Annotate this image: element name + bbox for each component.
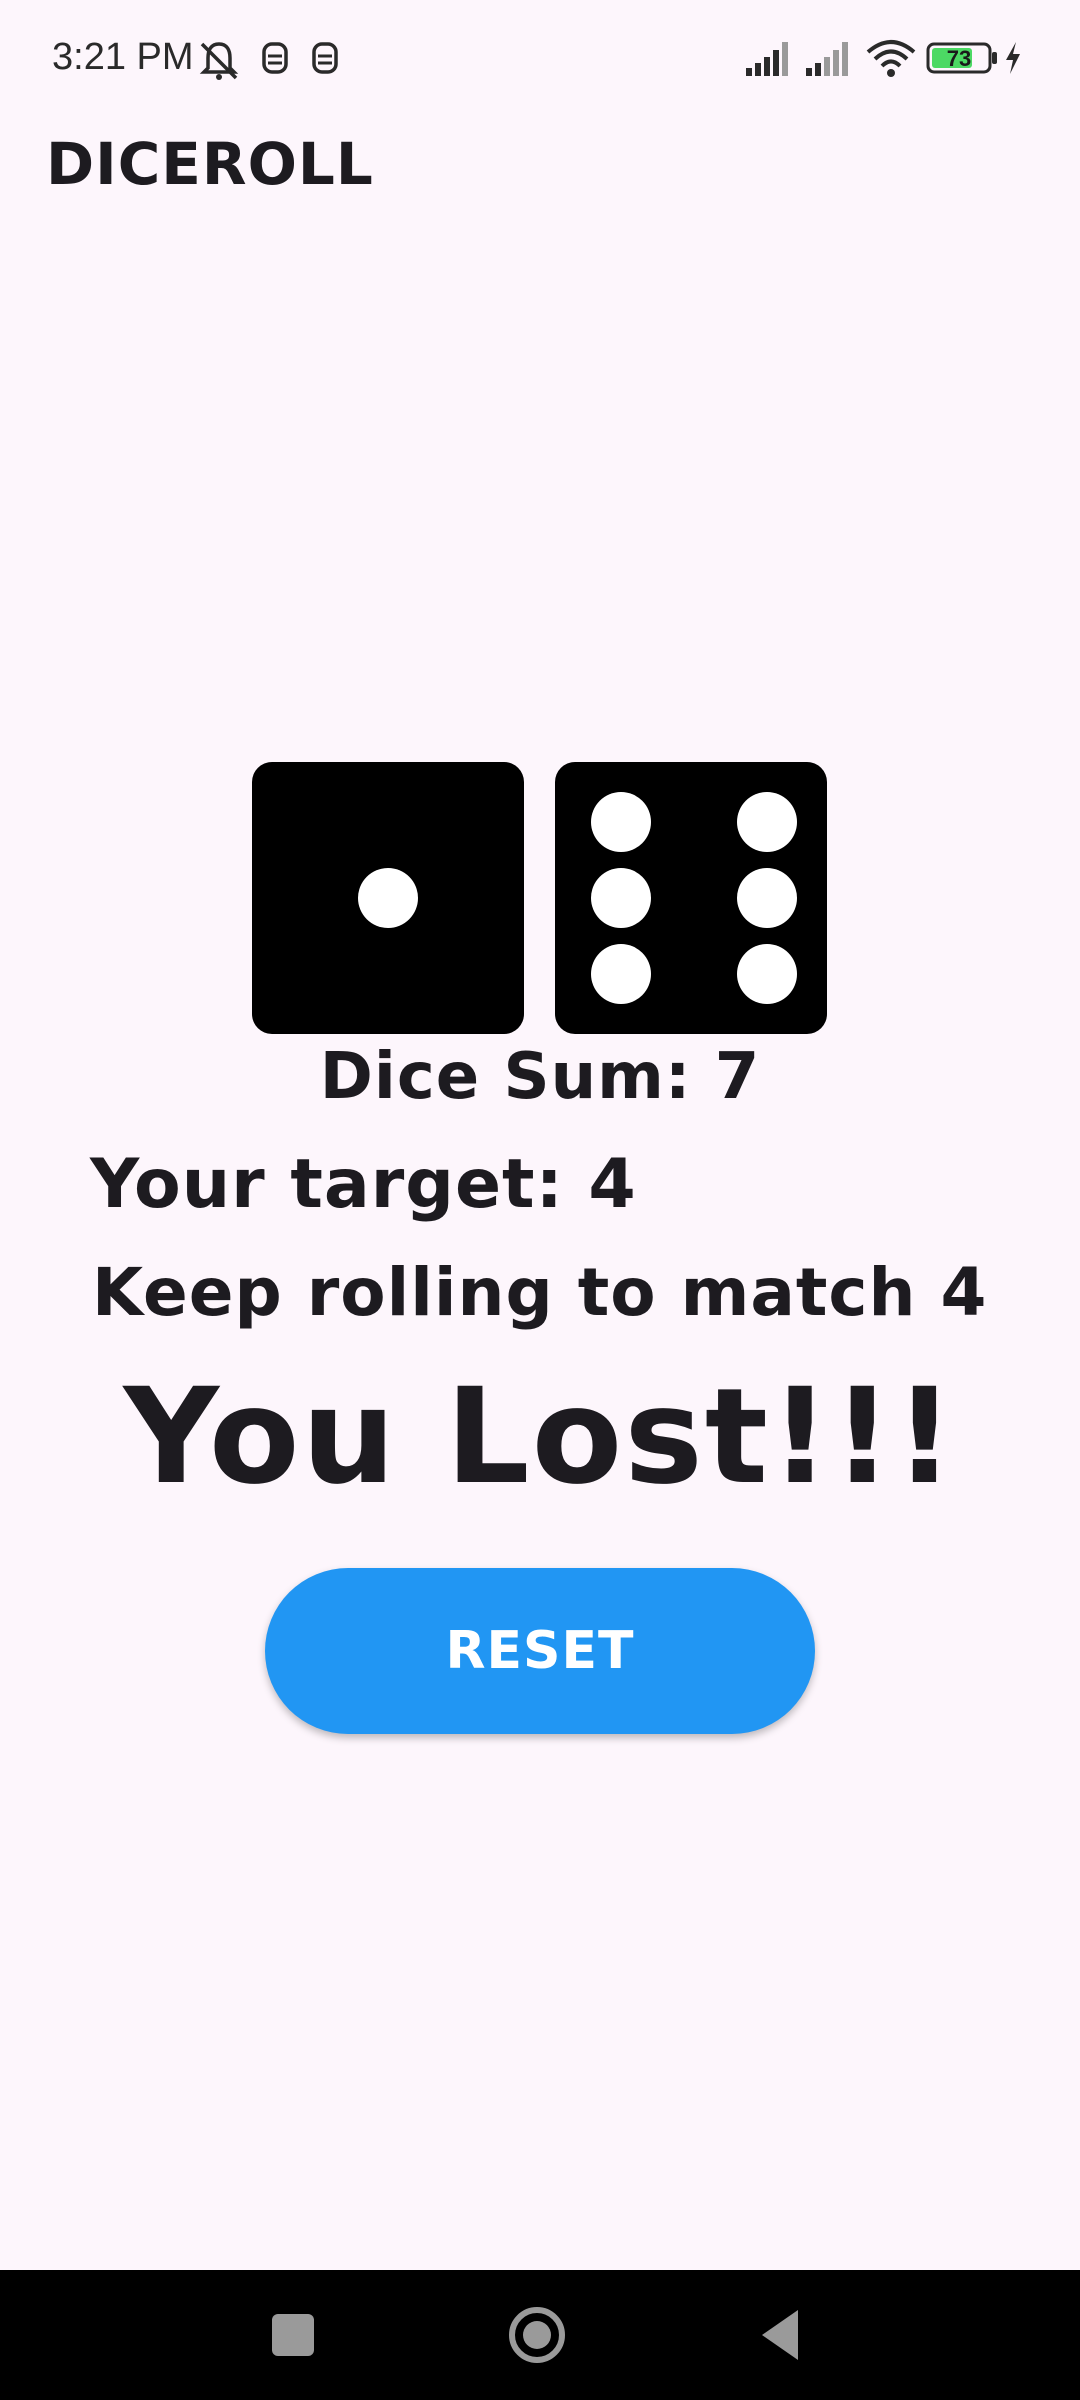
status-time: 3:21 PM: [52, 36, 194, 78]
notification-icon: [260, 38, 290, 82]
die-pip: [358, 868, 418, 928]
mute-icon: [196, 38, 242, 88]
notification-icon: [310, 38, 340, 82]
navigation-bar: [0, 2270, 1080, 2400]
die-pip: [737, 868, 797, 928]
die-left: [252, 762, 524, 1034]
status-bar: 3:21 PM 73: [0, 0, 1080, 120]
target-label: Your target: 4: [90, 1145, 637, 1224]
home-icon[interactable]: [500, 2300, 574, 2374]
app-title: DICEROLL: [46, 130, 374, 198]
die-pip: [737, 792, 797, 852]
die-right: [555, 762, 827, 1034]
back-icon[interactable]: [752, 2300, 814, 2374]
recents-icon[interactable]: [262, 2300, 324, 2374]
reset-button[interactable]: RESET: [265, 1568, 815, 1734]
battery-icon: 73: [926, 38, 1000, 82]
charging-icon: [1002, 38, 1024, 82]
dice-sum-label: Dice Sum: 7: [319, 1040, 761, 1114]
die-pip: [737, 944, 797, 1004]
die-pip: [591, 792, 651, 852]
battery-level: 73: [947, 46, 971, 71]
hint-label: Keep rolling to match 4: [92, 1254, 988, 1331]
die-pip: [591, 868, 651, 928]
signal-icon: [804, 38, 854, 82]
wifi-icon: [866, 38, 916, 82]
die-pip: [591, 944, 651, 1004]
signal-icon: [744, 38, 794, 82]
result-label: You Lost!!!: [123, 1360, 957, 1514]
